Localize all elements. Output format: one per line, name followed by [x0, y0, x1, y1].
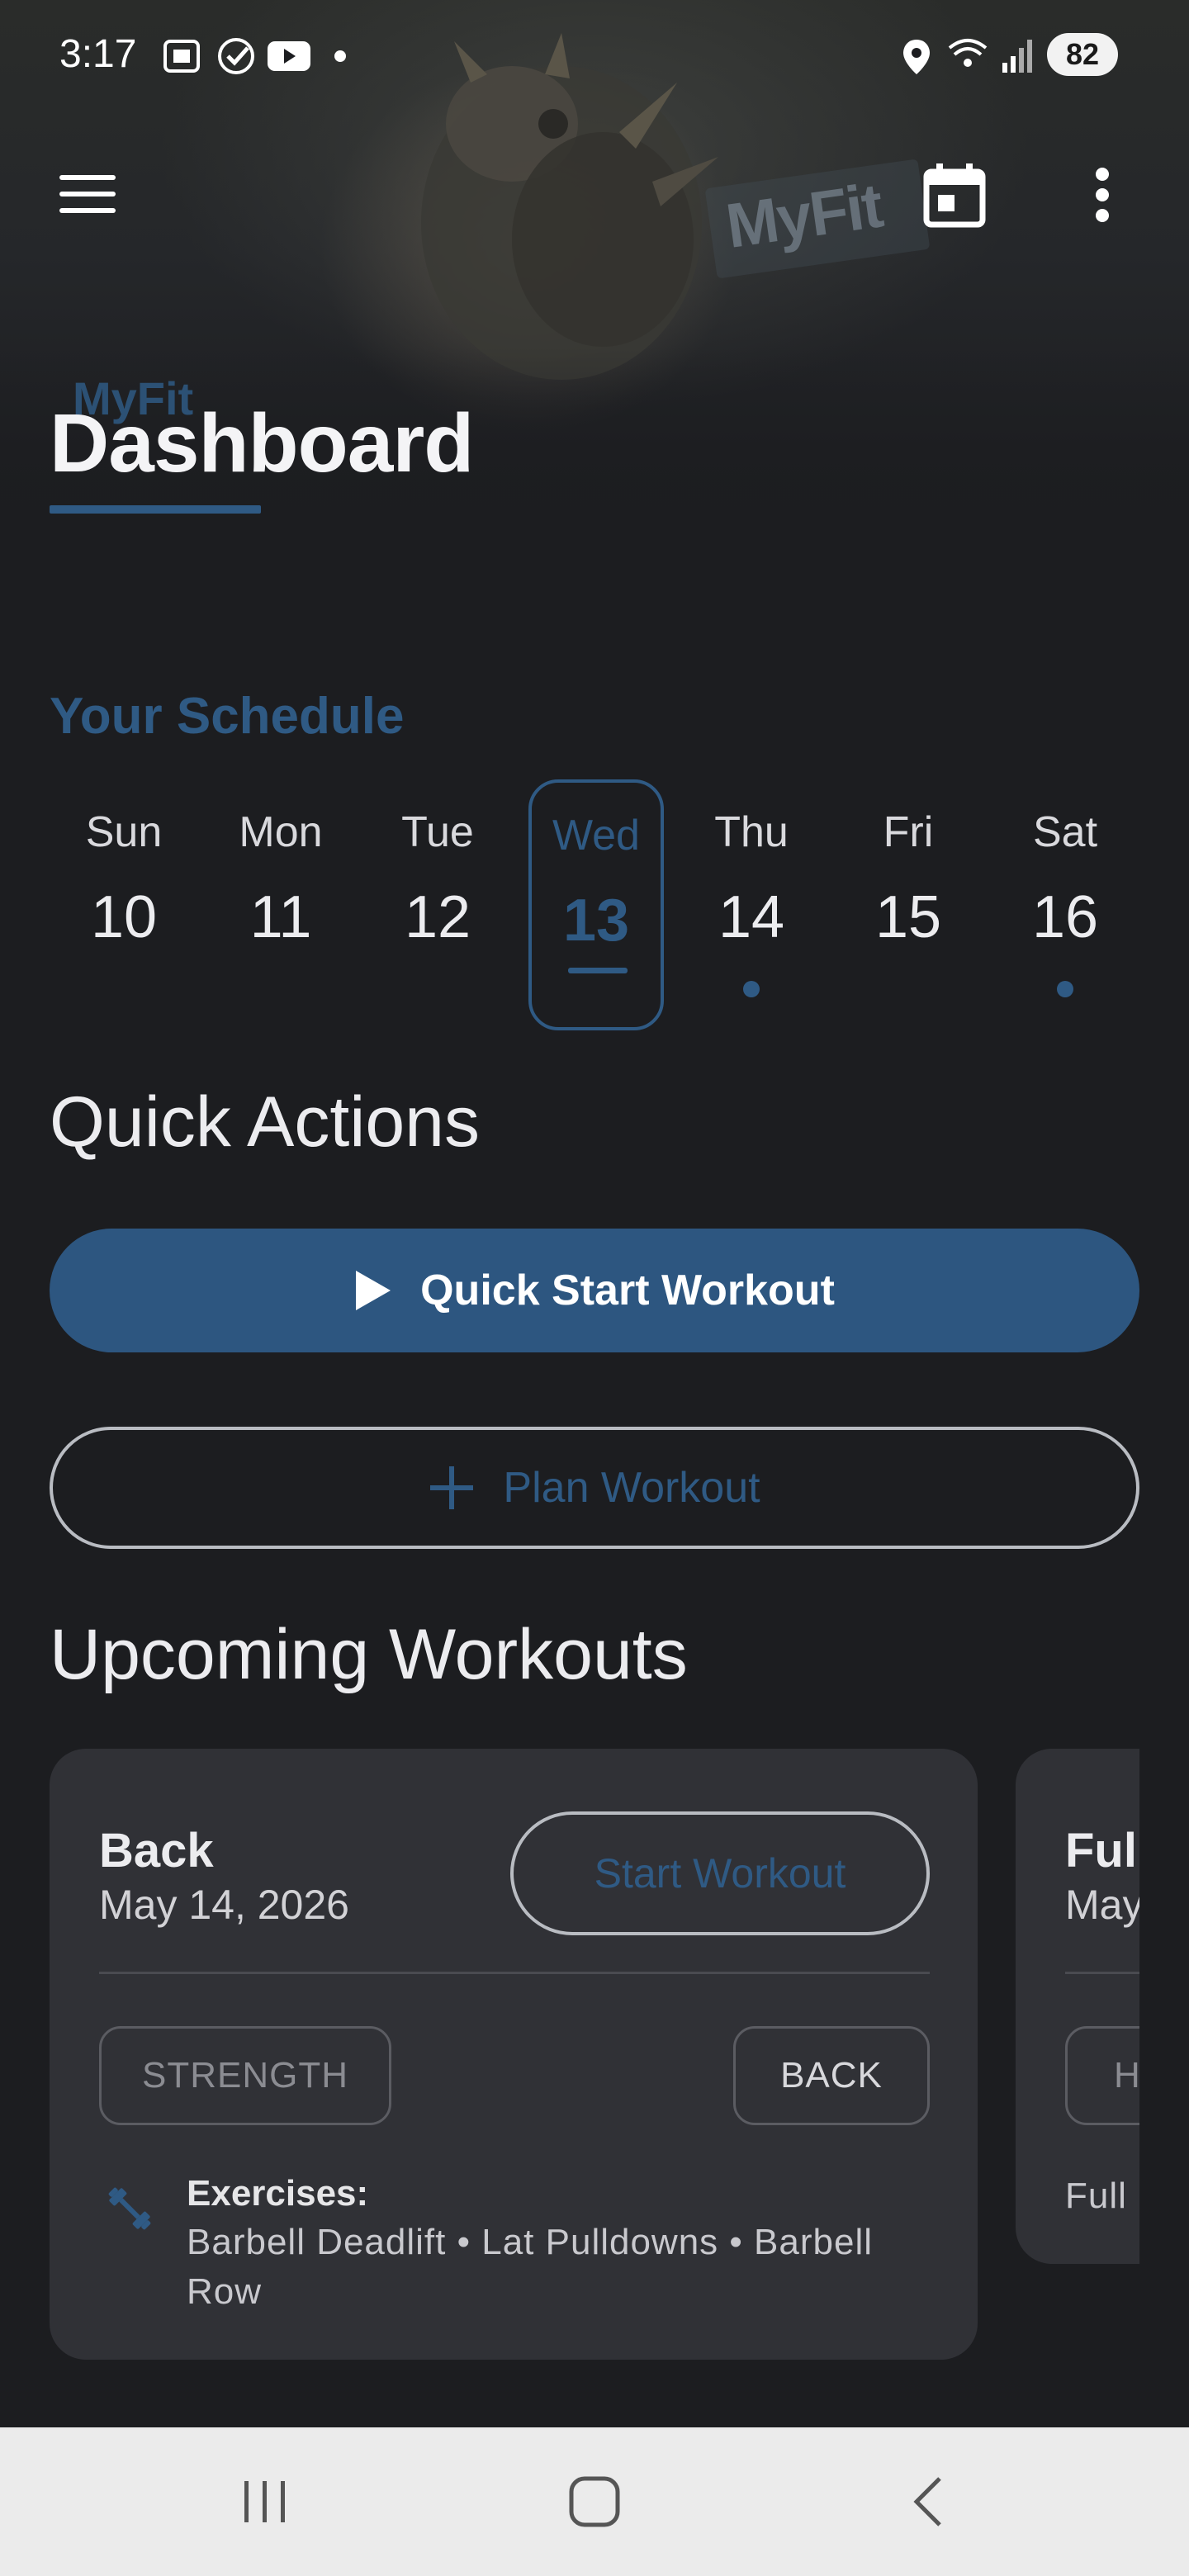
plus-icon	[430, 1466, 474, 1509]
battery-indicator: 82	[1047, 33, 1118, 76]
calendar-icon[interactable]	[913, 154, 996, 236]
workout-card[interactable]: Back May 14, 2026 Start Workout STRENGTH…	[50, 1749, 978, 2360]
status-time: 3:17	[59, 32, 137, 76]
day-date: 15	[874, 884, 942, 950]
selected-day-underline	[568, 968, 628, 973]
day-date: 16	[1031, 884, 1099, 950]
more-vert-icon[interactable]	[1073, 154, 1131, 236]
title-underline	[50, 505, 261, 514]
day-date: 13	[562, 888, 630, 954]
exercises-line-1: Barbell Deadlift • Lat Pulldowns • Barbe…	[187, 2222, 873, 2262]
schedule-day-tue[interactable]: Tue 12	[372, 776, 504, 1024]
workout-date: May 14, 2026	[99, 1882, 349, 1928]
notification-icons	[163, 38, 346, 74]
quick-start-workout-button[interactable]: Quick Start Workout	[50, 1229, 1139, 1352]
back-icon[interactable]	[879, 2460, 978, 2543]
home-icon[interactable]	[545, 2460, 644, 2543]
workout-dot	[1057, 981, 1073, 997]
recents-icon[interactable]	[215, 2460, 314, 2543]
type-chip: H	[1065, 2026, 1139, 2125]
schedule-day-wed[interactable]: Wed 13	[528, 779, 664, 1030]
schedule-day-mon[interactable]: Mon 11	[215, 776, 347, 1024]
schedule-day-sun[interactable]: Sun 10	[58, 776, 190, 1024]
workout-card-peek[interactable]: Full May H Full	[1016, 1749, 1139, 2264]
muscle-chip: BACK	[733, 2026, 930, 2125]
workout-dot	[743, 981, 760, 997]
day-name: Mon	[239, 808, 323, 856]
schedule-day-sat[interactable]: Sat 16	[999, 776, 1131, 1024]
day-name: Tue	[401, 808, 474, 856]
exercises-line-2: Row	[187, 2271, 263, 2312]
quick-start-label: Quick Start Workout	[420, 1267, 835, 1314]
card-divider	[1065, 1972, 1139, 1974]
upcoming-workouts-heading: Upcoming Workouts	[50, 1615, 688, 1694]
play-icon	[356, 1271, 391, 1310]
page-title: Dashboard	[50, 397, 474, 490]
schedule-day-fri[interactable]: Fri 15	[842, 776, 974, 1024]
dumbbell-icon	[108, 2187, 151, 2230]
day-date: 10	[90, 884, 158, 950]
system-nav-bar	[0, 2427, 1189, 2576]
day-name: Sat	[1032, 808, 1098, 856]
day-date: 12	[404, 884, 471, 950]
plan-workout-button[interactable]: Plan Workout	[50, 1427, 1139, 1549]
schedule-day-thu[interactable]: Thu 14	[685, 776, 817, 1024]
workout-title: Full	[1065, 1824, 1139, 1878]
day-name: Fri	[883, 808, 934, 856]
exercises-label: Exercises:	[187, 2173, 369, 2214]
day-name: Wed	[552, 812, 640, 859]
status-bar: 3:17 82	[0, 0, 1189, 107]
system-icons	[903, 39, 1032, 74]
plan-workout-label: Plan Workout	[503, 1464, 760, 1512]
quick-actions-heading: Quick Actions	[50, 1082, 480, 1162]
day-name: Thu	[714, 808, 789, 856]
day-date: 14	[718, 884, 785, 950]
workout-date: May	[1065, 1882, 1139, 1928]
type-chip: STRENGTH	[99, 2026, 391, 2125]
workout-body-text: Full	[1065, 2176, 1127, 2216]
day-name: Sun	[85, 808, 163, 856]
day-date: 11	[249, 884, 312, 950]
hamburger-menu-icon[interactable]	[46, 157, 129, 231]
workout-title: Back	[99, 1824, 214, 1878]
start-workout-button[interactable]: Start Workout	[510, 1811, 930, 1935]
card-divider	[99, 1972, 930, 1974]
schedule-heading: Your Schedule	[50, 688, 405, 745]
